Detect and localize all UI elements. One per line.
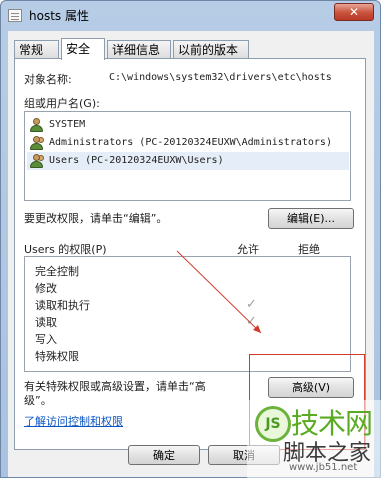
annotation-arrow-icon — [176, 250, 262, 334]
permission-row: 读取和执行 — [35, 299, 90, 312]
permission-row: 完全控制 — [35, 265, 79, 278]
permission-row: 修改 — [35, 282, 57, 295]
tab-previous-versions[interactable]: 以前的版本 — [173, 40, 249, 59]
user-name: Administrators (PC-20120324EUXW\Administ… — [49, 137, 332, 148]
object-name-label: 对象名称: — [24, 73, 72, 86]
list-item[interactable]: Users (PC-20120324EUXW\Users) — [27, 152, 349, 170]
user-name: SYSTEM — [49, 119, 86, 130]
permission-row: 读取 — [35, 316, 57, 329]
object-name-value: C:\windows\system32\drivers\etc\hosts — [109, 72, 332, 83]
file-icon — [8, 9, 22, 22]
watermark-url: www.jb51.net — [289, 462, 358, 473]
group-icon — [30, 154, 46, 168]
ok-button[interactable]: 确定 — [128, 445, 200, 465]
advanced-button[interactable]: 高级(V) — [268, 377, 354, 398]
list-item[interactable]: Administrators (PC-20120324EUXW\Administ… — [27, 134, 349, 152]
permissions-header: Users 的权限(P) — [24, 243, 107, 256]
title-bar[interactable]: hosts 属性 ✕ — [1, 1, 380, 30]
advanced-hint-line2: 级”。 — [24, 394, 52, 407]
list-item[interactable]: SYSTEM — [27, 116, 349, 134]
groups-list[interactable]: SYSTEM Administrators (PC-20120324EUXW\A… — [24, 111, 351, 201]
security-panel: 对象名称: C:\windows\system32\drivers\etc\ho… — [14, 58, 366, 450]
user-name: Users (PC-20120324EUXW\Users) — [49, 155, 224, 166]
close-button[interactable]: ✕ — [334, 3, 374, 21]
user-icon — [30, 118, 46, 132]
tab-general[interactable]: 常规 — [14, 40, 59, 59]
edit-button[interactable]: 编辑(E)... — [268, 208, 354, 229]
permission-row: 写入 — [35, 333, 57, 346]
watermark: JS 技术网 脚本之家 www.jb51.net — [247, 400, 381, 478]
access-control-help-link[interactable]: 了解访问控制和权限 — [24, 413, 123, 429]
group-icon — [30, 136, 46, 150]
permission-row: 特殊权限 — [35, 350, 79, 363]
groups-label: 组或用户名(G): — [24, 97, 100, 110]
edit-hint: 要更改权限，请单击“编辑”。 — [24, 212, 168, 225]
deny-column-header: 拒绝 — [298, 243, 320, 256]
window-title: hosts 属性 — [29, 9, 89, 23]
tab-security[interactable]: 安全 — [61, 38, 105, 60]
tab-details[interactable]: 详细信息 — [107, 40, 171, 59]
